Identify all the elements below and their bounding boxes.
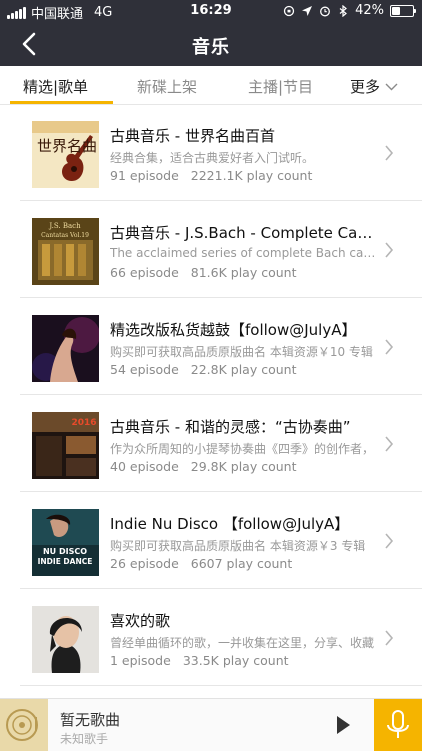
album-art-thumbnail[interactable] — [0, 699, 48, 751]
play-count: 33.5K play count — [182, 653, 289, 668]
cover-image — [32, 315, 99, 382]
tab-more[interactable]: 更多 — [350, 76, 398, 97]
chevron-right-icon — [385, 533, 394, 549]
cover-title-text: 世界名曲 — [37, 137, 97, 155]
play-icon[interactable] — [335, 715, 351, 735]
item-meta: 66 episode 81.6K play count — [110, 265, 380, 280]
chevron-right-icon — [385, 630, 394, 646]
cover-image: 2016 — [32, 412, 99, 479]
item-description: 购买即可获取高品质原版曲名 本辑资源￥3 专辑 — [110, 539, 366, 553]
status-bar: 中国联通 4G 16:29 42% — [0, 0, 422, 22]
episode-count: 54 episode — [110, 362, 179, 377]
chevron-right-icon — [385, 242, 394, 258]
item-title: 古典音乐 - J.S.Bach - Complete Cantatas — [110, 224, 380, 242]
list-item[interactable]: 2016 古典音乐 - 和谐的灵感：“古协奏曲” 作为众所周知的小提琴协奏曲《四… — [0, 396, 422, 492]
item-title: 喜欢的歌 — [110, 612, 171, 630]
tab-more-label: 更多 — [350, 78, 381, 96]
item-meta: 91 episode 2221.1K play count — [110, 168, 380, 183]
item-title: 古典音乐 - 世界名曲百首 — [110, 127, 275, 145]
battery-percent: 42% — [355, 3, 384, 18]
row-divider — [20, 491, 422, 492]
play-count: 22.8K play count — [190, 362, 297, 377]
episode-count: 40 episode — [110, 459, 179, 474]
list-item[interactable]: 精选改版私货越鼓【follow@JulyA】 购买即可获取高品质原版曲名 本辑资… — [0, 299, 422, 395]
item-meta: 54 episode 22.8K play count — [110, 362, 380, 377]
row-divider — [20, 588, 422, 589]
active-tab-indicator — [10, 101, 113, 104]
row-divider — [20, 685, 422, 686]
tab-hosts-programs[interactable]: 主播|节目 — [248, 76, 313, 97]
item-description: The acclaimed series of complete Bach ca… — [110, 246, 380, 260]
item-meta: 40 episode 29.8K play count — [110, 459, 380, 474]
now-playing-artist: 未知歌手 — [60, 732, 109, 746]
play-count: 2221.1K play count — [190, 168, 313, 183]
row-divider — [20, 394, 422, 395]
page-title: 音乐 — [192, 37, 230, 58]
now-playing-title: 暂无歌曲 — [60, 711, 121, 729]
play-count: 6607 play count — [190, 556, 293, 571]
chevron-right-icon — [385, 339, 394, 355]
cover-subtitle-text: Cantatas Vol.19 — [41, 232, 89, 239]
chevron-right-icon — [385, 145, 394, 161]
cover-image — [32, 606, 99, 673]
play-count: 29.8K play count — [190, 459, 297, 474]
cover-genre-line2: INDIE DANCE — [38, 557, 93, 566]
tab-new-albums[interactable]: 新碟上架 — [137, 76, 197, 97]
chevron-down-icon — [385, 83, 398, 90]
cover-image: J.S. Bach Cantatas Vol.19 — [32, 218, 99, 285]
play-count: 81.6K play count — [190, 265, 297, 280]
voice-search-button[interactable] — [374, 699, 422, 751]
cover-image: 世界名曲 — [32, 121, 99, 188]
item-description: 曾经单曲循环的歌，一并收集在这里，分享、收藏 — [110, 636, 375, 650]
tab-featured-playlists[interactable]: 精选|歌单 — [23, 76, 88, 97]
episode-count: 66 episode — [110, 265, 179, 280]
chevron-right-icon — [385, 436, 394, 452]
item-title: Indie Nu Disco 【follow@JulyA】 — [110, 515, 350, 533]
cover-image: NU DISCO INDIE DANCE — [32, 509, 99, 576]
location-icon — [302, 5, 313, 16]
bluetooth-icon — [339, 4, 348, 17]
item-description: 作为众所周知的小提琴协奏曲《四季》的创作者， — [110, 442, 375, 456]
status-right: 42% — [283, 3, 416, 18]
list-item[interactable]: 世界名曲 古典音乐 - 世界名曲百首 经典合集，适合古典爱好者入门试听。 91 … — [0, 105, 422, 201]
item-description: 经典合集，适合古典爱好者入门试听。 — [110, 151, 315, 165]
alarm-icon — [320, 6, 331, 16]
item-meta: 26 episode 6607 play count — [110, 556, 380, 571]
cover-genre-line1: NU DISCO — [43, 547, 87, 556]
episode-count: 1 episode — [110, 653, 171, 668]
item-description: 购买即可获取高品质原版曲名 本辑资源￥10 专辑 — [110, 345, 373, 359]
category-tabs: 精选|歌单 新碟上架 主播|节目 更多 — [0, 66, 422, 105]
episode-count: 91 episode — [110, 168, 179, 183]
list-item[interactable]: J.S. Bach Cantatas Vol.19 古典音乐 - J.S.Bac… — [0, 202, 422, 298]
vinyl-disc-icon — [6, 709, 38, 741]
item-title: 精选改版私货越鼓【follow@JulyA】 — [110, 321, 357, 339]
battery-icon — [390, 4, 416, 17]
microphone-icon — [387, 710, 409, 738]
list-item[interactable]: NU DISCO INDIE DANCE Indie Nu Disco 【fol… — [0, 493, 422, 589]
item-meta: 1 episode 33.5K play count — [110, 653, 380, 668]
mini-player[interactable]: 暂无歌曲 未知歌手 — [0, 698, 422, 751]
row-divider — [20, 200, 422, 201]
cover-year-text: 2016 — [71, 418, 96, 428]
cover-composer-text: J.S. Bach — [48, 222, 81, 230]
list-item[interactable]: 喜欢的歌 曾经单曲循环的歌，一并收集在这里，分享、收藏 1 episode 33.… — [0, 590, 422, 686]
row-divider — [20, 297, 422, 298]
navigation-bar: 音乐 — [0, 22, 422, 66]
episode-count: 26 episode — [110, 556, 179, 571]
rotation-lock-icon — [283, 5, 295, 16]
item-title: 古典音乐 - 和谐的灵感：“古协奏曲” — [110, 418, 351, 436]
